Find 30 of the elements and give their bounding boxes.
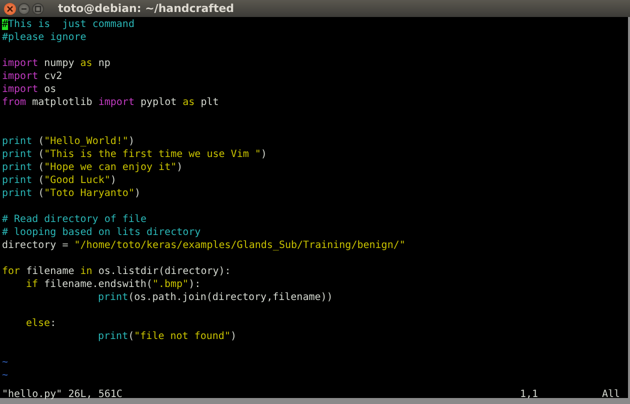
- window-title: toto@debian: ~/handcrafted: [58, 2, 234, 15]
- scroll-position: All: [602, 388, 620, 401]
- code-line: print ("This is the first time we use Vim "): [1, 148, 268, 161]
- cursor-position: 1,1: [520, 388, 539, 401]
- code-line: print ("Good Luck"): [1, 174, 118, 187]
- minimize-button[interactable]: [18, 2, 30, 14]
- maximize-icon: [34, 4, 42, 12]
- empty-line-marker: ~: [2, 370, 8, 381]
- code-line: print ("Toto Haryanto"): [1, 187, 142, 200]
- code-line: print("file not found"): [97, 330, 238, 343]
- code-line: if filename.endswith(".bmp"):: [25, 278, 202, 291]
- code-line: else:: [25, 317, 58, 330]
- code-line: print ("Hello_World!"): [1, 135, 136, 148]
- close-icon: [6, 4, 14, 12]
- code-line: for filename in os.listdir(directory):: [1, 265, 232, 278]
- file-info: "hello.py" 26L, 561C: [2, 388, 122, 401]
- code-line: #please ignore: [1, 31, 88, 44]
- code-line: import cv2: [1, 70, 64, 83]
- empty-line-marker: ~: [2, 357, 8, 368]
- code-line: # looping based on lits directory: [1, 226, 202, 239]
- code-line: import numpy as np: [1, 57, 112, 70]
- code-line: print(os.path.join(directory,filename)): [97, 291, 334, 304]
- close-button[interactable]: [4, 2, 16, 14]
- code-line: directory = "/home/toto/keras/examples/Glands_Sub/Training/benign/": [1, 239, 406, 252]
- code-line: import os: [1, 83, 58, 96]
- maximize-button[interactable]: [32, 2, 44, 14]
- code-line: from matplotlib import pyplot as plt: [1, 96, 220, 109]
- code-line: #This is just command: [1, 18, 136, 31]
- code-line: # Read directory of file: [1, 213, 148, 226]
- code-line: print ("Hope we can enjoy it"): [1, 161, 184, 174]
